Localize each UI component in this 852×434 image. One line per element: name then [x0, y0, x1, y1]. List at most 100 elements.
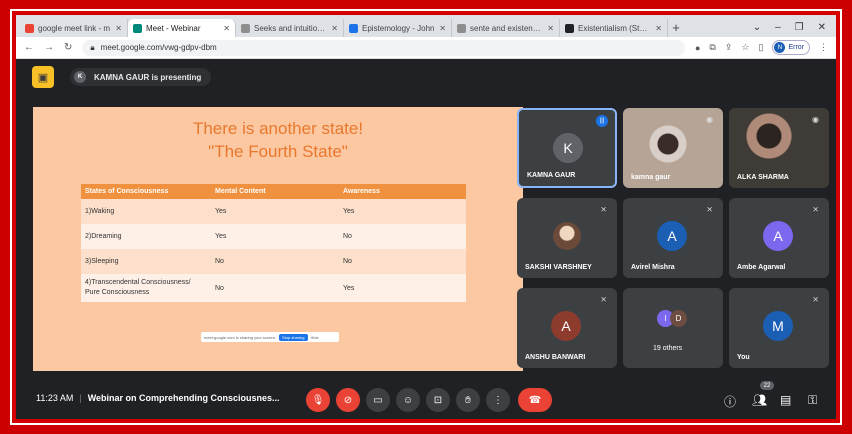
camera-off-icon: ⊘ — [343, 394, 353, 406]
participant-tile[interactable]: ⨯ SAKSHI VARSHNEY — [517, 198, 617, 278]
table-header-row: States of Consciousness Mental Content A… — [81, 184, 466, 199]
table-cell: No — [211, 274, 339, 302]
tab-close-icon[interactable]: ✕ — [223, 24, 230, 33]
activities-button[interactable]: ⚿ — [808, 393, 817, 408]
tab-favicon-icon — [457, 23, 466, 33]
share-icon[interactable]: ⇪ — [725, 42, 733, 53]
presenting-indicator[interactable]: K KAMNA GAUR is presenting — [70, 68, 212, 86]
participant-tile[interactable]: ◉ ALKA SHARMA — [729, 108, 829, 188]
new-tab-button[interactable]: + — [668, 19, 684, 37]
mic-off-icon: ⨯ — [812, 205, 819, 214]
tab-label: Meet - Webinar — [146, 23, 201, 33]
participant-tile[interactable]: A ⨯ ANSHU BANWARI — [517, 288, 617, 368]
tab-close-icon[interactable]: ✕ — [115, 24, 122, 33]
raise-hand-button[interactable]: ✋︎ — [456, 388, 480, 412]
profile-button[interactable]: N Error — [772, 40, 810, 55]
participant-name: ALKA SHARMA — [737, 174, 789, 181]
table-row: 4)Transcendental Consciousness/ Pure Con… — [81, 274, 466, 302]
participant-tile-self[interactable]: M ⨯ You — [729, 288, 829, 368]
tab-favicon-icon — [241, 23, 250, 33]
tab-label: Epistemology - John — [362, 23, 435, 33]
mic-off-icon: ⨯ — [812, 295, 819, 304]
window-controls: ⌄ – ❐ ✕ — [753, 19, 836, 37]
browser-tab[interactable]: google meet link - m ✕ — [20, 19, 128, 37]
browser-tab[interactable]: sente and existence p ✕ — [452, 19, 560, 37]
table-header: Mental Content — [211, 184, 339, 199]
profile-label: Error — [788, 44, 804, 51]
participant-tile[interactable]: K ||| KAMNA GAUR — [517, 108, 617, 188]
maximize-icon[interactable]: ❐ — [795, 19, 804, 37]
tab-close-icon[interactable]: ✕ — [655, 24, 662, 33]
pin-icon: ◉ — [812, 115, 819, 124]
url-input[interactable]: 🔒︎ meet.google.com/vwg-gdpv-dbm — [82, 39, 685, 56]
table-cell: 1)Waking — [81, 199, 211, 224]
table-cell: Yes — [211, 224, 339, 249]
chevron-down-icon[interactable]: ⌄ — [753, 19, 761, 37]
tab-label: Seeks and intuition - I — [254, 23, 328, 33]
meeting-details-button[interactable]: ⓘ — [724, 393, 736, 410]
forward-icon[interactable]: → — [44, 42, 54, 53]
participant-name: kamna gaur — [631, 174, 671, 181]
meeting-title: Webinar on Comprehending Consciousnes... — [87, 393, 280, 403]
people-icon: 👥︎ — [752, 393, 768, 407]
captions-icon: ▭ — [373, 394, 383, 406]
meet-toolbar: 11:23 AM | Webinar on Comprehending Consci… — [16, 381, 836, 419]
mic-off-icon: 🎙︎ — [311, 394, 325, 406]
reactions-button[interactable]: ☺ — [396, 388, 420, 412]
consciousness-table: States of Consciousness Mental Content A… — [81, 184, 466, 302]
participant-name: Ambe Agarwal — [737, 264, 786, 271]
speaking-indicator-icon: ||| — [596, 115, 608, 127]
tab-favicon-icon — [25, 23, 34, 33]
sidepanel-icon[interactable]: ▯ — [758, 42, 763, 53]
clock-time: 11:23 AM — [36, 393, 74, 403]
camera-icon[interactable]: ● — [695, 43, 700, 53]
share-notice-text: meet.google.com is sharing your screen. — [204, 334, 277, 340]
participant-avatar: A — [763, 221, 793, 251]
people-button[interactable]: 👥︎ — [752, 393, 767, 407]
more-options-button[interactable]: ⋮ — [486, 388, 510, 412]
participant-tile[interactable]: A ⨯ Avirel Mishra — [623, 198, 723, 278]
browser-tab[interactable]: Epistemology - John ✕ — [344, 19, 452, 37]
tab-close-icon[interactable]: ✕ — [331, 24, 338, 33]
close-icon[interactable]: ✕ — [818, 19, 826, 37]
reload-icon[interactable]: ↻ — [64, 42, 72, 53]
info-icon: ⓘ — [724, 395, 737, 409]
tab-close-icon[interactable]: ✕ — [439, 24, 446, 33]
back-icon[interactable]: ← — [24, 42, 34, 53]
participant-tile[interactable]: A ⨯ Ambe Agarwal — [729, 198, 829, 278]
others-tile[interactable]: I D 19 others — [623, 288, 723, 368]
camera-toggle-button[interactable]: ⊘ — [336, 388, 360, 412]
star-icon[interactable]: ☆ — [741, 42, 749, 53]
participant-avatar: K — [553, 133, 583, 163]
table-cell: No — [339, 249, 466, 274]
hide-button[interactable]: Hide — [311, 335, 319, 340]
table-cell: No — [339, 224, 466, 249]
mic-off-icon: ⨯ — [600, 205, 607, 214]
meet-header: ▣ K KAMNA GAUR is presenting — [16, 59, 836, 95]
leave-call-button[interactable]: ☎︎ — [518, 388, 552, 412]
open-external-icon[interactable]: ⧉ — [709, 42, 715, 53]
table-cell: 3)Sleeping — [81, 249, 211, 274]
table-row: 1)Waking Yes Yes — [81, 199, 466, 224]
meeting-info: 11:23 AM | Webinar on Comprehending Consci… — [36, 393, 280, 403]
url-text: meet.google.com/vwg-gdpv-dbm — [100, 43, 217, 52]
chat-button[interactable]: ▤ — [780, 393, 791, 407]
browser-tab[interactable]: Existentialism (Stanfo ✕ — [560, 19, 668, 37]
participant-tile[interactable]: ◉ kamna gaur — [623, 108, 723, 188]
tab-close-icon[interactable]: ✕ — [547, 24, 554, 33]
participant-photo — [553, 222, 581, 250]
minimize-icon[interactable]: – — [775, 19, 781, 37]
browser-tab[interactable]: Meet - Webinar ✕ — [128, 19, 236, 37]
tab-bar: google meet link - m ✕ Meet - Webinar ✕ Seek… — [16, 15, 836, 37]
lock-icon: ⚿ — [808, 393, 818, 407]
table-cell: Yes — [339, 199, 466, 224]
present-icon: ⊡ — [433, 394, 443, 406]
captions-button[interactable]: ▭ — [366, 388, 390, 412]
tab-label: google meet link - m — [38, 23, 111, 33]
present-button[interactable]: ⊡ — [426, 388, 450, 412]
kebab-menu-icon[interactable]: ⋮ — [819, 42, 828, 53]
tab-favicon-icon — [349, 23, 358, 33]
stop-sharing-button[interactable]: Stop sharing — [279, 333, 308, 341]
browser-tab[interactable]: Seeks and intuition - I ✕ — [236, 19, 344, 37]
mic-toggle-button[interactable]: 🎙︎ — [306, 388, 330, 412]
